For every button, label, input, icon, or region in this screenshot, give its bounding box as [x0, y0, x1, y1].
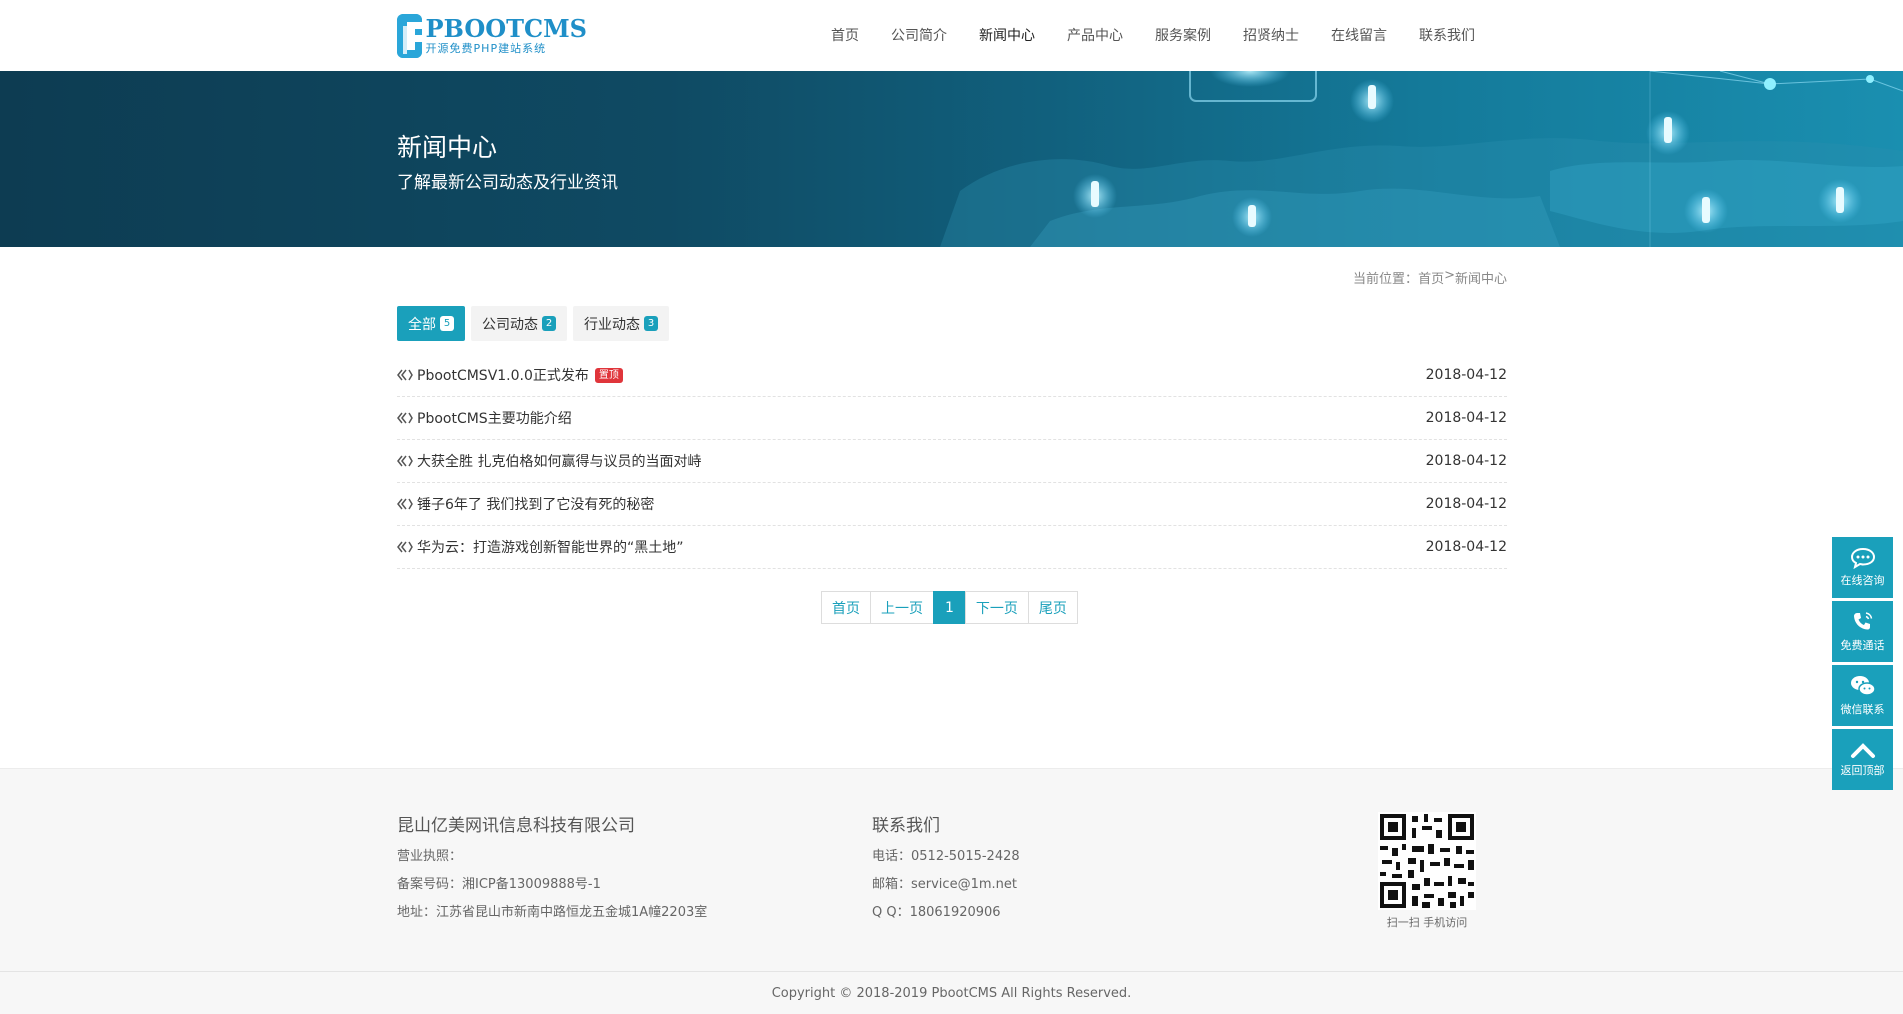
side-label: 返回顶部	[1840, 764, 1885, 777]
chevron-up-icon	[1850, 743, 1875, 758]
tab-company-news[interactable]: 公司动态 2	[471, 306, 567, 341]
qr-code-icon	[1378, 812, 1476, 910]
footer-contact-heading: 联系我们	[872, 816, 940, 836]
footer-icp: 备案号码：湘ICP备13009888号-1	[397, 877, 601, 892]
pager-first-button[interactable]: 首页	[821, 591, 871, 624]
logo-subtitle: 开源免费PHP建站系统	[425, 42, 547, 55]
news-row[interactable]: 锤子6年了 我们找到了它没有死的秘密 2018-04-12	[397, 483, 1507, 526]
news-row[interactable]: 大获全胜 扎克伯格如何赢得与议员的当面对峙 2018-04-12	[397, 440, 1507, 483]
tab-count-badge: 5	[440, 316, 454, 331]
tab-count-badge: 2	[542, 316, 556, 331]
nav-item-news[interactable]: 新闻中心	[979, 25, 1035, 45]
footer-phone: 电话：0512-5015-2428	[872, 849, 1020, 864]
code-bracket-icon	[397, 412, 413, 424]
code-bracket-icon	[397, 498, 413, 510]
nav-item-jobs[interactable]: 招贤纳士	[1243, 25, 1299, 45]
banner-title: 新闻中心	[397, 133, 498, 162]
nav-item-contact[interactable]: 联系我们	[1419, 25, 1475, 45]
news-date: 2018-04-12	[1425, 367, 1507, 383]
site-footer: 昆山亿美网讯信息科技有限公司 营业执照： 备案号码：湘ICP备13009888号…	[0, 768, 1903, 971]
logo-p-icon	[397, 14, 422, 58]
news-title[interactable]: 华为云：打造游戏创新智能世界的“黑土地”	[417, 537, 684, 557]
code-bracket-icon	[397, 455, 413, 467]
news-list: PbootCMSV1.0.0正式发布 置顶 2018-04-12 PbootCM…	[397, 354, 1507, 569]
footer-license: 营业执照：	[397, 849, 463, 864]
footer-company-info: 昆山亿美网讯信息科技有限公司 营业执照： 备案号码：湘ICP备13009888号…	[397, 811, 707, 932]
side-label: 微信联系	[1840, 703, 1885, 716]
side-label: 在线咨询	[1840, 574, 1885, 587]
breadcrumb-separator: >	[1444, 268, 1455, 283]
tab-label: 行业动态	[584, 316, 640, 333]
side-label: 免费通话	[1840, 639, 1885, 652]
code-bracket-icon	[397, 369, 413, 381]
pinned-badge: 置顶	[594, 367, 623, 383]
site-logo[interactable]: PBOOTCMS 开源免费PHP建站系统	[397, 13, 587, 59]
banner-subtitle: 了解最新公司动态及行业资讯	[397, 173, 618, 193]
back-to-top-button[interactable]: 返回顶部	[1832, 729, 1893, 790]
category-tabs: 全部 5 公司动态 2 行业动态 3	[397, 306, 675, 341]
tab-industry-news[interactable]: 行业动态 3	[573, 306, 669, 341]
main-nav: 首页 公司简介 新闻中心 产品中心 服务案例 招贤纳士 在线留言 联系我们	[815, 0, 1491, 70]
footer-contact-info: 联系我们 电话：0512-5015-2428 邮箱：service@1m.net…	[872, 811, 1020, 932]
chat-icon	[1850, 547, 1875, 569]
news-date: 2018-04-12	[1425, 453, 1507, 469]
tab-all[interactable]: 全部 5	[397, 306, 465, 341]
news-title[interactable]: 大获全胜 扎克伯格如何赢得与议员的当面对峙	[417, 451, 701, 471]
news-date: 2018-04-12	[1425, 496, 1507, 512]
wechat-icon	[1850, 676, 1876, 696]
tab-count-badge: 3	[644, 316, 658, 331]
footer-qq: Q Q：18061920906	[872, 905, 1001, 920]
phone-icon	[1853, 612, 1872, 630]
pagination: 首页 上一页 1 下一页 尾页	[821, 591, 1078, 624]
world-network-illustration	[940, 71, 1903, 247]
copyright: Copyright © 2018-2019 PbootCMS All Right…	[0, 971, 1903, 1014]
news-row[interactable]: PbootCMSV1.0.0正式发布 置顶 2018-04-12	[397, 354, 1507, 397]
news-row[interactable]: PbootCMS主要功能介绍 2018-04-12	[397, 397, 1507, 440]
news-title[interactable]: PbootCMSV1.0.0正式发布	[417, 365, 589, 385]
pager-next-button[interactable]: 下一页	[964, 591, 1029, 624]
footer-email: 邮箱：service@1m.net	[872, 877, 1017, 892]
page-banner: 新闻中心 了解最新公司动态及行业资讯	[0, 71, 1903, 247]
breadcrumb-home-link[interactable]: 首页	[1418, 268, 1444, 287]
news-date: 2018-04-12	[1425, 410, 1507, 426]
nav-item-about[interactable]: 公司简介	[891, 25, 947, 45]
tab-label: 公司动态	[482, 316, 538, 333]
site-header: PBOOTCMS 开源免费PHP建站系统 首页 公司简介 新闻中心 产品中心 服…	[0, 0, 1903, 70]
pager-page-1[interactable]: 1	[933, 591, 966, 624]
pager-prev-button[interactable]: 上一页	[870, 591, 934, 624]
news-row[interactable]: 华为云：打造游戏创新智能世界的“黑土地” 2018-04-12	[397, 526, 1507, 569]
free-call-button[interactable]: 免费通话	[1832, 601, 1893, 662]
pager-last-button[interactable]: 尾页	[1027, 591, 1078, 624]
wechat-contact-button[interactable]: 微信联系	[1832, 665, 1893, 726]
news-date: 2018-04-12	[1425, 539, 1507, 555]
floating-contact-panel: 在线咨询 免费通话 微信联系 返回顶部	[1832, 537, 1893, 793]
nav-item-home[interactable]: 首页	[831, 25, 859, 45]
code-bracket-icon	[397, 541, 413, 553]
news-title[interactable]: PbootCMS主要功能介绍	[417, 408, 572, 428]
footer-company-name: 昆山亿美网讯信息科技有限公司	[397, 816, 635, 836]
logo-title: PBOOTCMS	[425, 14, 587, 43]
breadcrumb-prefix: 当前位置：	[1353, 272, 1419, 287]
nav-item-products[interactable]: 产品中心	[1067, 25, 1123, 45]
tab-label: 全部	[408, 316, 436, 333]
breadcrumb: 当前位置： 首页 > 新闻中心	[1353, 268, 1507, 287]
news-title[interactable]: 锤子6年了 我们找到了它没有死的秘密	[417, 494, 654, 514]
online-chat-button[interactable]: 在线咨询	[1832, 537, 1893, 598]
nav-item-message[interactable]: 在线留言	[1331, 25, 1387, 45]
breadcrumb-current-link[interactable]: 新闻中心	[1455, 268, 1507, 287]
qr-caption: 扫一扫 手机访问	[1386, 916, 1468, 929]
footer-address: 地址：江苏省昆山市新南中路恒龙五金城1A幢2203室	[397, 905, 708, 920]
nav-item-cases[interactable]: 服务案例	[1155, 25, 1211, 45]
